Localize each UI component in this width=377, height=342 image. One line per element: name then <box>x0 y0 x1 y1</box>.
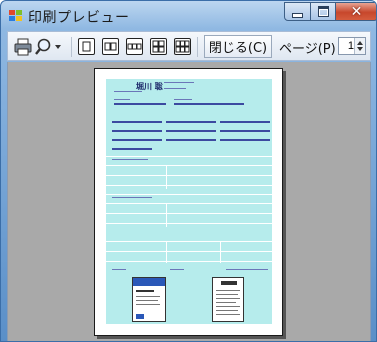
preview-toolbar: 閉じる(C) ページ(P) 1 <box>7 31 371 61</box>
spinner-arrows-icon <box>357 41 363 51</box>
preview-area[interactable]: 堀川 聡 <box>7 62 371 341</box>
six-pages-button[interactable] <box>174 38 191 55</box>
title-bar[interactable]: 印刷プレビュー ✕ <box>1 1 376 30</box>
page-number-input[interactable]: 1 <box>338 37 366 55</box>
grid-line <box>166 165 167 189</box>
text-line <box>170 269 184 270</box>
maximize-button[interactable] <box>310 2 336 21</box>
maximize-icon <box>317 6 329 17</box>
four-pages-icon <box>152 40 165 53</box>
printer-icon <box>14 38 32 56</box>
minimize-button[interactable] <box>284 2 311 21</box>
text-line <box>220 121 270 123</box>
minimize-icon <box>292 12 303 18</box>
grid-line <box>166 241 167 263</box>
six-pages-icon <box>175 40 190 53</box>
grid-line <box>106 156 272 157</box>
grid-line <box>106 194 272 195</box>
toolbar-separator <box>197 37 198 57</box>
text-line <box>174 99 192 100</box>
text-line <box>220 139 270 141</box>
text-line <box>112 159 148 160</box>
text-line <box>164 82 194 83</box>
close-icon: ✕ <box>350 3 363 20</box>
three-pages-icon <box>127 43 142 50</box>
text-line <box>112 139 162 141</box>
magnifier-icon <box>35 38 61 55</box>
text-line <box>166 121 216 123</box>
preview-page: 堀川 聡 <box>94 68 283 336</box>
grid-line <box>166 203 167 227</box>
one-page-button[interactable] <box>78 38 95 55</box>
grid-line <box>106 165 272 166</box>
grid-line <box>106 241 272 242</box>
close-window-button[interactable]: ✕ <box>335 2 376 21</box>
grid-line <box>220 241 221 263</box>
page-spinner[interactable] <box>354 38 365 54</box>
print-button[interactable] <box>13 37 33 57</box>
app-icon <box>9 10 22 22</box>
text-line <box>112 197 152 198</box>
text-line <box>114 103 166 105</box>
page-label: ページ(P) <box>279 42 336 57</box>
grid-line <box>106 261 272 262</box>
zoom-button[interactable] <box>34 37 66 57</box>
text-line <box>164 88 186 89</box>
one-page-icon <box>82 41 91 52</box>
text-line <box>220 130 270 132</box>
text-line <box>112 130 162 132</box>
two-pages-icon <box>104 42 117 51</box>
grid-line <box>106 213 272 214</box>
close-preview-button[interactable]: 閉じる(C) <box>204 35 272 58</box>
grid-line <box>106 251 272 252</box>
grid-line <box>106 203 272 204</box>
text-line <box>174 103 244 105</box>
grid-line <box>106 175 272 176</box>
four-pages-button[interactable] <box>150 38 167 55</box>
document-sheet: 堀川 聡 <box>106 79 272 324</box>
text-line <box>166 130 216 132</box>
business-card-image <box>212 277 244 322</box>
chevron-down-icon <box>55 45 61 49</box>
text-line <box>112 148 152 150</box>
text-line <box>112 121 162 123</box>
text-line <box>226 269 268 270</box>
three-pages-button[interactable] <box>126 38 143 55</box>
window-title: 印刷プレビュー <box>28 10 130 26</box>
toolbar-separator <box>71 37 72 57</box>
text-line <box>114 99 130 100</box>
grid-line <box>106 185 272 186</box>
grid-line <box>106 223 272 224</box>
print-preview-window: 印刷プレビュー ✕ 閉じる(C) ページ(P) 1 堀川 聡 <box>0 0 377 342</box>
text-line <box>114 91 142 92</box>
text-line <box>112 269 126 270</box>
business-card-image <box>132 277 166 322</box>
two-pages-button[interactable] <box>102 38 119 55</box>
text-line <box>166 139 216 141</box>
